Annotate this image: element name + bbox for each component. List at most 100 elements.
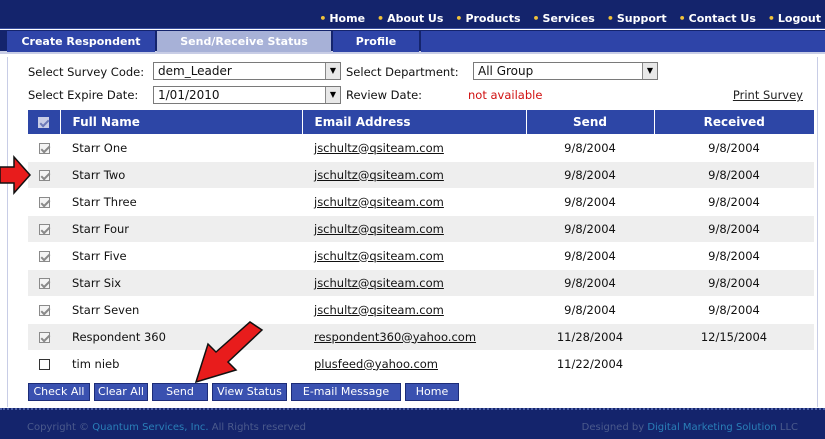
email-link[interactable]: jschultz@qsiteam.com [302,268,526,296]
bullet-icon: • [455,12,463,25]
send-date-cell: 11/22/2004 [526,349,654,377]
row-checkbox-cell[interactable] [28,133,60,161]
nav-services-label: Services [542,12,595,25]
tab-send-receive-status[interactable]: Send/Receive Status [157,31,331,52]
chevron-down-icon[interactable]: ▼ [325,87,340,103]
nav-logout[interactable]: • Logout [768,12,821,25]
email-link[interactable]: jschultz@qsiteam.com [302,241,526,269]
bullet-icon: • [606,12,614,25]
department-value: All Group [478,64,534,78]
header-full-name: Full Name [60,110,303,134]
chevron-down-icon[interactable]: ▼ [642,63,657,79]
company-link[interactable]: Quantum Services, Inc. [92,422,208,433]
nav-contact[interactable]: • Contact Us [679,12,756,25]
tab-create-respondent[interactable]: Create Respondent [7,31,155,52]
nav-home[interactable]: • Home [319,12,365,25]
tab-profile[interactable]: Profile [333,31,419,52]
print-survey-link[interactable]: Print Survey [733,88,803,102]
row-checkbox-cell[interactable] [28,160,60,188]
row-checkbox-cell[interactable] [28,322,60,350]
survey-code-select[interactable]: dem_Leader ▼ [153,62,341,80]
department-label: Select Department: [346,65,459,79]
checkbox-icon[interactable] [38,223,50,235]
full-name-cell: tim nieb [60,349,302,377]
bullet-icon: • [319,12,327,25]
checkbox-icon[interactable] [38,196,50,208]
nav-links: • Home • About Us • Products • Services • Sup… [307,12,821,25]
designer-suffix: LLC [779,422,798,433]
send-date-cell: 9/8/2004 [526,133,654,161]
email-link[interactable]: jschultz@qsiteam.com [302,133,526,161]
send-date-cell: 9/8/2004 [526,214,654,242]
footer: Copyright © Quantum Services, Inc. All R… [0,408,825,439]
nav-services[interactable]: • Services [533,12,595,25]
clear-all-button[interactable]: Clear All [94,383,148,401]
send-button[interactable]: Send [152,383,208,401]
checkbox-icon[interactable] [38,277,50,289]
view-status-button[interactable]: View Status [212,383,287,401]
bullet-icon: • [678,12,686,25]
email-link[interactable]: jschultz@qsiteam.com [302,295,526,323]
home-button[interactable]: Home [405,383,459,401]
header-select-all[interactable] [28,110,61,134]
full-name-cell: Respondent 360 [60,322,302,350]
tab-bar: Create Respondent Send/Receive Status Pr… [0,30,825,54]
main-panel: Select Survey Code: dem_Leader ▼ Select … [7,57,818,407]
check-all-button[interactable]: Check All [28,383,90,401]
checkbox-icon[interactable] [38,116,50,128]
action-buttons: Check All Clear All Send View Status E-m… [28,383,463,401]
table-row: Starr Six jschultz@qsiteam.com 9/8/2004 9/8… [28,268,814,296]
received-date-cell: 9/8/2004 [654,133,814,161]
email-message-button[interactable]: E-mail Message [291,383,401,401]
checkbox-icon[interactable] [38,250,50,262]
row-checkbox-cell[interactable] [28,214,60,242]
review-date-label: Review Date: [346,88,423,102]
checkbox-icon[interactable] [38,358,50,370]
nav-support[interactable]: • Support [607,12,667,25]
table-row: Starr Two jschultz@qsiteam.com 9/8/2004 9/8… [28,160,814,188]
email-link[interactable]: jschultz@qsiteam.com [302,214,526,242]
email-link[interactable]: jschultz@qsiteam.com [302,187,526,215]
header-received: Received [654,110,814,134]
nav-products[interactable]: • Products [455,12,520,25]
send-date-cell: 9/8/2004 [526,295,654,323]
send-date-cell: 9/8/2004 [526,268,654,296]
email-link[interactable]: respondent360@yahoo.com [302,322,526,350]
received-date-cell: 9/8/2004 [654,241,814,269]
checkbox-icon[interactable] [38,169,50,181]
row-checkbox-cell[interactable] [28,241,60,269]
bullet-icon: • [377,12,385,25]
row-checkbox-cell[interactable] [28,295,60,323]
nav-about[interactable]: • About Us [377,12,443,25]
table-row: Starr Four jschultz@qsiteam.com 9/8/2004 9/… [28,214,814,242]
chevron-down-icon[interactable]: ▼ [325,63,340,79]
send-date-cell: 11/28/2004 [526,322,654,350]
checkbox-icon[interactable] [38,304,50,316]
checkbox-icon[interactable] [38,331,50,343]
checkbox-icon[interactable] [38,142,50,154]
header-email: Email Address [302,110,527,134]
send-date-cell: 9/8/2004 [526,241,654,269]
email-link[interactable]: plusfeed@yahoo.com [302,349,526,377]
survey-code-value: dem_Leader [158,64,232,78]
row-checkbox-cell[interactable] [28,187,60,215]
nav-about-label: About Us [387,12,444,25]
tab-bar-filler [421,31,825,52]
table-row: Starr Three jschultz@qsiteam.com 9/8/2004 9… [28,187,814,215]
table-row: Starr One jschultz@qsiteam.com 9/8/2004 9/8… [28,133,814,161]
full-name-cell: Starr Three [60,187,302,215]
survey-code-label: Select Survey Code: [28,65,145,79]
expire-date-select[interactable]: 1/01/2010 ▼ [153,86,341,104]
email-link[interactable]: jschultz@qsiteam.com [302,160,526,188]
received-date-cell: 9/8/2004 [654,295,814,323]
table-row: Starr Five jschultz@qsiteam.com 9/8/2004 9/… [28,241,814,269]
nav-contact-label: Contact Us [688,12,756,25]
row-checkbox-cell[interactable] [28,349,60,377]
received-date-cell: 9/8/2004 [654,187,814,215]
row-checkbox-cell[interactable] [28,268,60,296]
bullet-icon: • [532,12,540,25]
send-date-cell: 9/8/2004 [526,187,654,215]
department-select[interactable]: All Group ▼ [473,62,658,80]
full-name-cell: Starr Five [60,241,302,269]
designer-link[interactable]: Digital Marketing Solution [647,422,776,433]
